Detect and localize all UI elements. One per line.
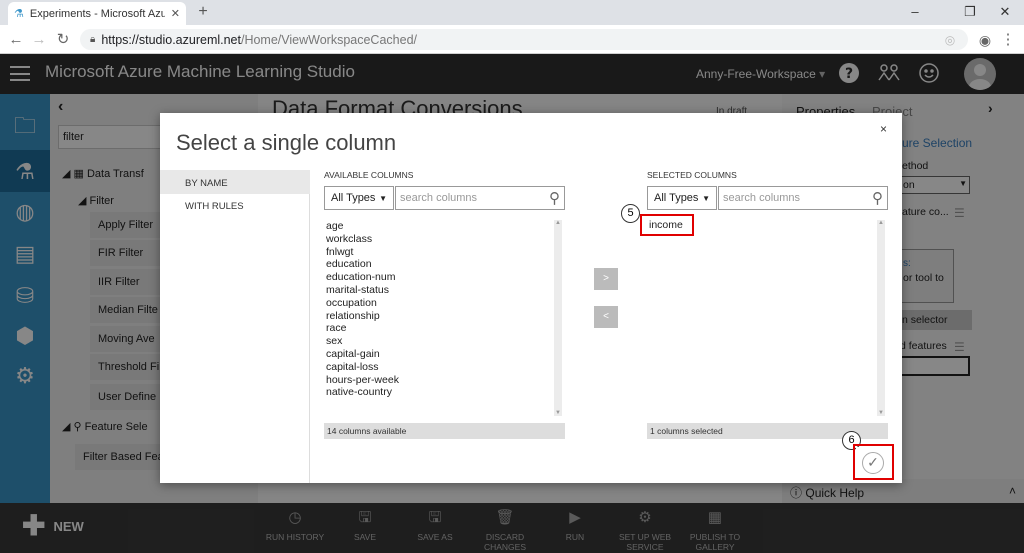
list-item[interactable]: capital-loss <box>326 361 552 374</box>
selected-search-input[interactable]: search columns ⚲ <box>718 186 888 210</box>
url-host: https://studio.azureml.net <box>101 32 241 47</box>
available-columns-list[interactable]: age workclass fnlwgt education education… <box>326 220 552 416</box>
close-icon[interactable]: × <box>880 122 887 136</box>
forward-button[interactable]: → <box>29 30 49 50</box>
url-field[interactable]: 🔒︎ https://studio.azureml.net/Home/ViewW… <box>80 29 968 50</box>
search-placeholder: search columns <box>400 192 478 204</box>
available-columns-label: AVAILABLE COLUMNS <box>324 170 414 180</box>
list-item[interactable]: workclass <box>326 233 552 246</box>
close-window-button[interactable]: ✕ <box>990 2 1020 22</box>
checkmark-icon: ✓ <box>862 451 884 474</box>
search-icon: ⚲ <box>872 190 883 207</box>
list-item[interactable]: education-num <box>326 271 552 284</box>
tab-by-name[interactable]: BY NAME <box>160 170 310 194</box>
list-item[interactable]: fnlwgt <box>326 246 552 259</box>
browser-tab[interactable]: ⚗ Experiments - Microsoft Azure ✕ <box>8 2 186 25</box>
type-select-value: All Types <box>654 192 699 204</box>
new-tab-button[interactable]: + <box>193 2 213 22</box>
dropdown-caret-icon: ▼ <box>379 193 387 203</box>
reload-button[interactable]: ↻ <box>53 30 73 50</box>
list-item[interactable]: relationship <box>326 310 552 323</box>
type-select-value: All Types <box>331 192 376 204</box>
minimize-button[interactable]: – <box>900 2 930 22</box>
scroll-up-icon[interactable]: ▲ <box>554 220 562 226</box>
list-item[interactable]: sex <box>326 335 552 348</box>
menu-kebab-icon[interactable]: ⋮ <box>998 30 1018 50</box>
selected-columns-label: SELECTED COLUMNS <box>647 170 737 180</box>
add-column-button[interactable]: > <box>594 268 618 290</box>
available-scrollbar[interactable]: ▲ ▼ <box>554 220 562 416</box>
ok-button[interactable]: ✓ <box>856 447 890 478</box>
profile-icon[interactable]: ◉ <box>975 30 995 50</box>
extension-icon[interactable]: ◎ <box>940 30 960 50</box>
url-path: /Home/ViewWorkspaceCached/ <box>240 32 417 47</box>
available-type-select[interactable]: All Types ▼ <box>324 186 394 210</box>
scroll-down-icon[interactable]: ▼ <box>877 410 885 416</box>
search-placeholder: search columns <box>723 192 801 204</box>
selected-scrollbar[interactable]: ▲ ▼ <box>877 220 885 416</box>
back-button[interactable]: ← <box>6 30 26 50</box>
selected-column-income[interactable]: income <box>640 214 694 236</box>
list-item[interactable]: hours-per-week <box>326 374 552 387</box>
tab-with-rules[interactable]: WITH RULES <box>160 193 310 217</box>
close-tab-icon[interactable]: ✕ <box>171 7 180 20</box>
step-callout-5: 5 <box>621 204 640 223</box>
list-item[interactable]: native-country <box>326 386 552 399</box>
scroll-up-icon[interactable]: ▲ <box>877 220 885 226</box>
remove-column-button[interactable]: < <box>594 306 618 328</box>
dropdown-caret-icon: ▼ <box>702 193 710 203</box>
lock-icon: 🔒︎ <box>90 34 96 45</box>
list-item[interactable]: age <box>326 220 552 233</box>
selected-type-select[interactable]: All Types ▼ <box>647 186 717 210</box>
available-search-input[interactable]: search columns ⚲ <box>395 186 565 210</box>
list-item[interactable]: race <box>326 322 552 335</box>
dialog-title: Select a single column <box>176 130 397 155</box>
list-item[interactable]: capital-gain <box>326 348 552 361</box>
available-status: 14 columns available <box>324 423 565 439</box>
restore-button[interactable]: ❐ <box>955 2 985 22</box>
list-item[interactable]: marital-status <box>326 284 552 297</box>
flask-favicon-icon: ⚗ <box>14 8 24 20</box>
tab-title: Experiments - Microsoft Azure <box>29 7 165 20</box>
scroll-down-icon[interactable]: ▼ <box>554 410 562 416</box>
list-item[interactable]: education <box>326 258 552 271</box>
search-icon: ⚲ <box>549 190 560 207</box>
list-item[interactable]: occupation <box>326 297 552 310</box>
